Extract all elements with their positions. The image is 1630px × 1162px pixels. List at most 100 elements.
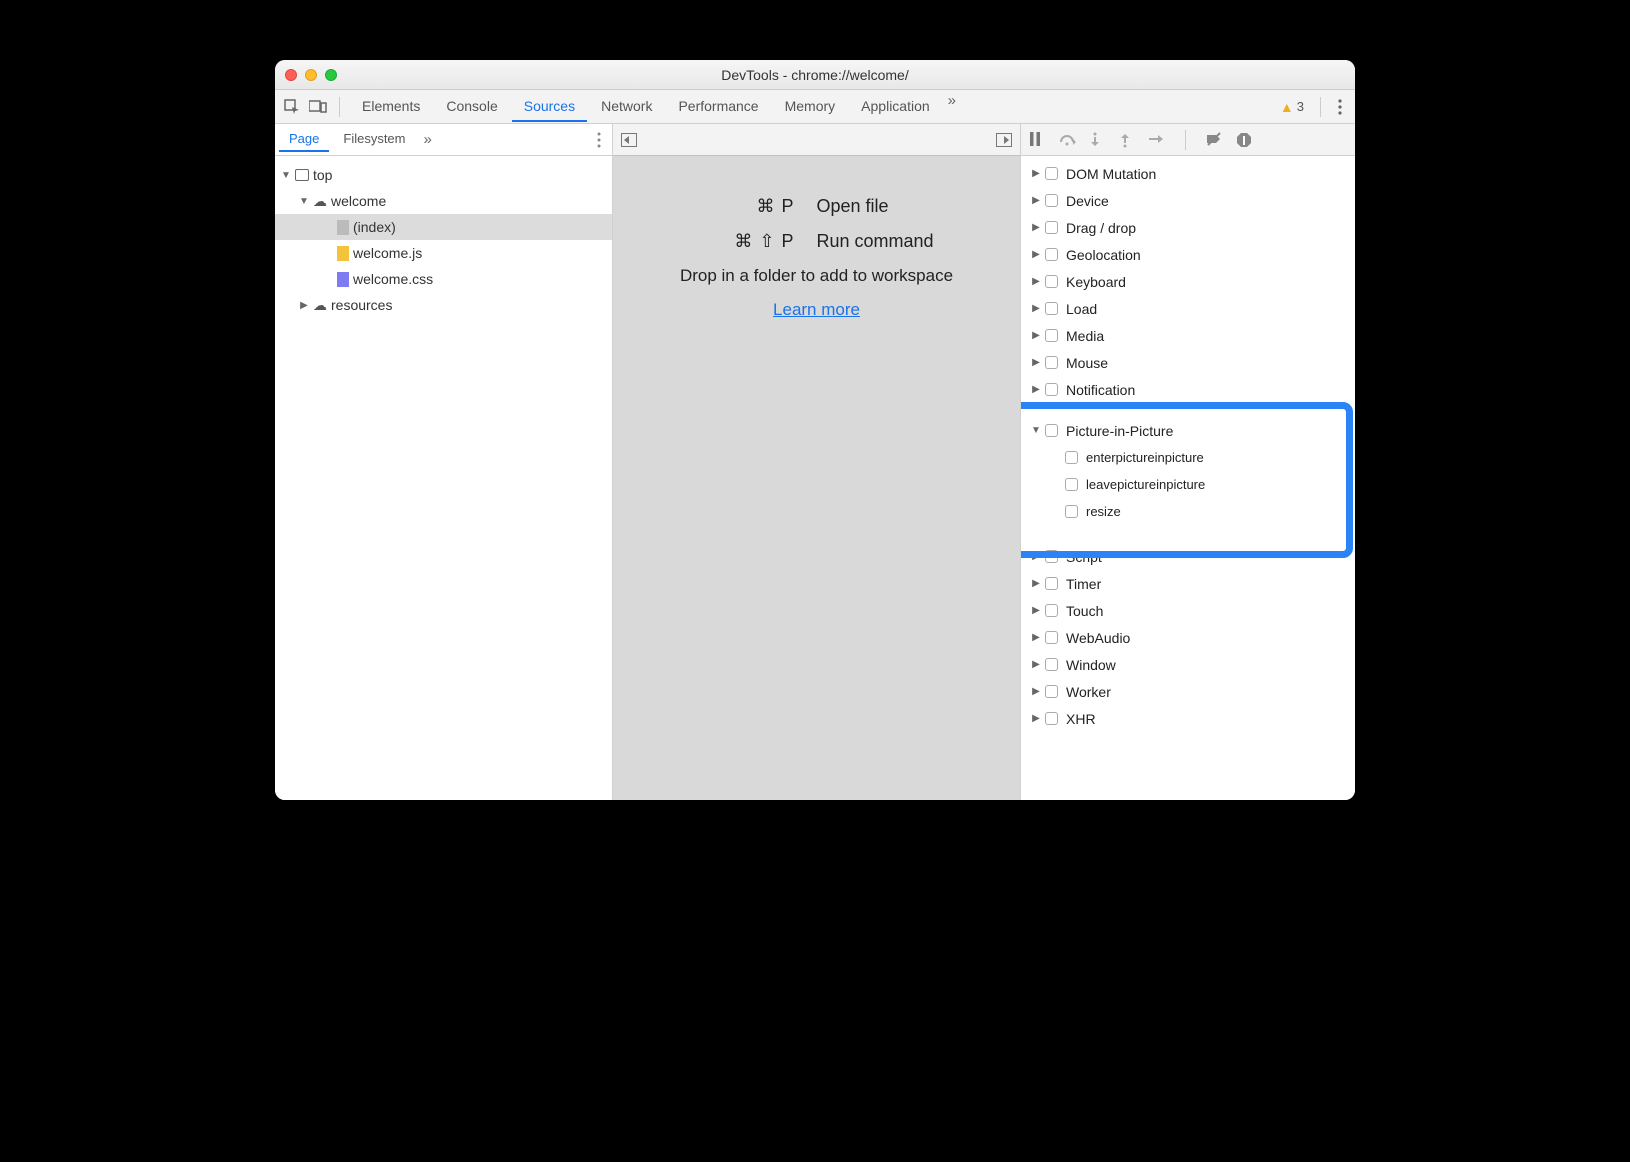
editor-tabbar — [613, 124, 1020, 156]
tab-console[interactable]: Console — [434, 92, 509, 122]
step-over-icon[interactable] — [1059, 132, 1075, 148]
checkbox[interactable] — [1045, 383, 1058, 396]
settings-menu-icon[interactable] — [1331, 99, 1349, 115]
checkbox[interactable] — [1045, 550, 1058, 563]
pause-icon[interactable] — [1029, 132, 1045, 148]
shortcut-keys: ⌘ ⇧ P — [613, 231, 817, 252]
checkbox[interactable] — [1045, 712, 1058, 725]
step-into-icon[interactable] — [1089, 132, 1105, 148]
bp-category-touch[interactable]: ▶Touch — [1021, 597, 1355, 624]
checkbox[interactable] — [1045, 658, 1058, 671]
checkbox[interactable] — [1045, 356, 1058, 369]
warnings-badge[interactable]: ▲ 3 — [1274, 99, 1310, 115]
tab-performance[interactable]: Performance — [666, 92, 770, 122]
nav-next-icon[interactable] — [996, 133, 1012, 147]
tab-memory[interactable]: Memory — [773, 92, 848, 122]
nav-prev-icon[interactable] — [621, 133, 637, 147]
bp-category-drag-drop[interactable]: ▶Drag / drop — [1021, 214, 1355, 241]
bp-label: XHR — [1066, 711, 1096, 727]
tab-elements[interactable]: Elements — [350, 92, 432, 122]
pane-tab-filesystem[interactable]: Filesystem — [333, 127, 415, 152]
bp-category-mouse[interactable]: ▶Mouse — [1021, 349, 1355, 376]
bp-label: DOM Mutation — [1066, 166, 1156, 182]
tree-item-welcome-css[interactable]: welcome.css — [275, 266, 612, 292]
separator — [339, 97, 340, 117]
file-icon — [337, 220, 349, 235]
disclosure-triangle-icon: ▼ — [299, 196, 309, 207]
tree-item-welcome-js[interactable]: welcome.js — [275, 240, 612, 266]
inspect-element-icon[interactable] — [281, 96, 303, 118]
bp-category-script[interactable]: ▶Script — [1021, 543, 1355, 570]
bp-category-media[interactable]: ▶Media — [1021, 322, 1355, 349]
bp-category-dom-mutation[interactable]: ▶DOM Mutation — [1021, 160, 1355, 187]
checkbox[interactable] — [1045, 577, 1058, 590]
navigator-menu-icon[interactable] — [590, 132, 608, 148]
bp-category-notification[interactable]: ▶Notification — [1021, 376, 1355, 403]
bp-category-keyboard[interactable]: ▶Keyboard — [1021, 268, 1355, 295]
bp-label: enterpictureinpicture — [1086, 450, 1204, 465]
tree-label: resources — [331, 297, 392, 313]
shortcut-label: Run command — [817, 231, 1021, 252]
bp-label: Touch — [1066, 603, 1103, 619]
device-toolbar-icon[interactable] — [307, 96, 329, 118]
checkbox[interactable] — [1045, 685, 1058, 698]
bp-label: resize — [1086, 504, 1121, 519]
bp-event-leavepictureinpicture[interactable]: leavepictureinpicture — [1021, 471, 1355, 498]
learn-more-link[interactable]: Learn more — [773, 300, 860, 320]
bp-label: Media — [1066, 328, 1104, 344]
tree-label: top — [313, 167, 332, 183]
checkbox[interactable] — [1045, 275, 1058, 288]
pause-on-exceptions-icon[interactable] — [1236, 132, 1252, 148]
tree-item-index[interactable]: (index) — [275, 214, 612, 240]
checkbox[interactable] — [1045, 167, 1058, 180]
editor-pane: ⌘ P Open file ⌘ ⇧ P Run command Drop in … — [613, 124, 1021, 800]
bp-category-load[interactable]: ▶Load — [1021, 295, 1355, 322]
bp-category-window[interactable]: ▶Window — [1021, 651, 1355, 678]
checkbox[interactable] — [1045, 194, 1058, 207]
tabs-overflow-icon[interactable]: » — [944, 92, 960, 122]
tree-item-welcome[interactable]: ▼ ☁ welcome — [275, 188, 612, 214]
checkbox[interactable] — [1045, 604, 1058, 617]
step-icon[interactable] — [1149, 132, 1165, 148]
pane-tabs-overflow-icon[interactable]: » — [420, 131, 436, 148]
bp-event-resize[interactable]: resize — [1021, 498, 1355, 525]
bp-category-device[interactable]: ▶Device — [1021, 187, 1355, 214]
checkbox[interactable] — [1045, 221, 1058, 234]
bp-label: Drag / drop — [1066, 220, 1136, 236]
tab-sources[interactable]: Sources — [512, 92, 587, 122]
checkbox[interactable] — [1065, 478, 1078, 491]
bp-category-xhr[interactable]: ▶XHR — [1021, 705, 1355, 732]
deactivate-breakpoints-icon[interactable] — [1206, 132, 1222, 148]
bp-label: Device — [1066, 193, 1109, 209]
tree-item-top[interactable]: ▼ top — [275, 162, 612, 188]
separator — [1185, 130, 1186, 150]
main-tabs: Elements Console Sources Network Perform… — [350, 92, 1270, 122]
step-out-icon[interactable] — [1119, 132, 1135, 148]
tab-application[interactable]: Application — [849, 92, 942, 122]
bp-label: Load — [1066, 301, 1097, 317]
tree-label: welcome — [331, 193, 386, 209]
bp-label: Picture-in-Picture — [1066, 423, 1173, 439]
checkbox[interactable] — [1045, 631, 1058, 644]
js-file-icon — [337, 246, 349, 261]
bp-label: WebAudio — [1066, 630, 1130, 646]
shortcut-row: ⌘ P Open file — [613, 196, 1020, 217]
checkbox[interactable] — [1065, 505, 1078, 518]
event-listener-breakpoints: ▶DOM Mutation ▶Device ▶Drag / drop ▶Geol… — [1021, 156, 1355, 800]
bp-event-enterpictureinpicture[interactable]: enterpictureinpicture — [1021, 444, 1355, 471]
checkbox[interactable] — [1045, 248, 1058, 261]
bp-category-timer[interactable]: ▶Timer — [1021, 570, 1355, 597]
bp-category-geolocation[interactable]: ▶Geolocation — [1021, 241, 1355, 268]
bp-category-webaudio[interactable]: ▶WebAudio — [1021, 624, 1355, 651]
checkbox[interactable] — [1045, 329, 1058, 342]
tab-network[interactable]: Network — [589, 92, 664, 122]
debugger-toolbar — [1021, 124, 1355, 156]
checkbox[interactable] — [1065, 451, 1078, 464]
tree-item-resources[interactable]: ▶ ☁ resources — [275, 292, 612, 318]
pane-tab-page[interactable]: Page — [279, 127, 329, 152]
bp-category-worker[interactable]: ▶Worker — [1021, 678, 1355, 705]
checkbox[interactable] — [1045, 424, 1058, 437]
checkbox[interactable] — [1045, 302, 1058, 315]
content-area: Page Filesystem » ▼ top ▼ ☁ welcome — [275, 124, 1355, 800]
bp-category-picture-in-picture[interactable]: ▼Picture-in-Picture — [1021, 417, 1355, 444]
